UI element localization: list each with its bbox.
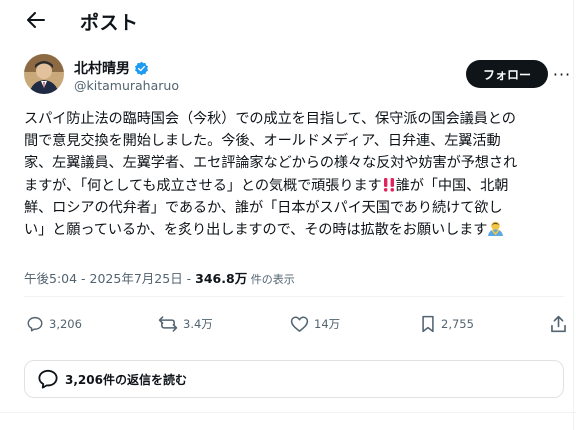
reply-icon <box>27 316 43 332</box>
follow-button[interactable]: フォロー <box>466 60 548 88</box>
double-exclamation-icon <box>383 177 394 192</box>
repost-icon <box>158 316 178 332</box>
view-count-label: 件の表示 <box>247 273 295 286</box>
chat-bubble-icon <box>38 369 58 389</box>
author-name[interactable]: 北村晴男 <box>74 58 130 78</box>
user-avatar-icon <box>24 54 64 94</box>
read-replies-label: 3,206件の返信を読む <box>65 372 187 387</box>
bookmark-icon <box>422 315 434 333</box>
bowing-person-icon <box>488 221 504 237</box>
view-count: 346.8万 <box>195 271 248 286</box>
bottom-divider <box>0 412 576 413</box>
read-replies-button[interactable]: 3,206件の返信を読む <box>24 360 564 398</box>
repost-button[interactable]: 3.4万 <box>158 306 213 342</box>
like-count: 14万 <box>314 317 341 331</box>
author-name-row: 北村晴男 <box>74 58 149 78</box>
heart-icon <box>290 316 309 332</box>
post-actions: 3,206 3.4万 14万 2,755 <box>24 306 572 342</box>
post-meta: 午後5:04 - 2025年7月25日 - 346.8万 件の表示 <box>24 268 295 287</box>
share-button[interactable] <box>550 306 572 342</box>
post-author-header: 北村晴男 @kitamuraharuo フォロー ··· <box>0 48 576 98</box>
column-border <box>573 0 574 430</box>
like-button[interactable]: 14万 <box>290 306 340 342</box>
post-timestamp[interactable]: 午後5:04 - 2025年7月25日 - <box>24 271 195 286</box>
page-title: ポスト <box>80 12 139 34</box>
verified-badge-icon <box>135 61 148 75</box>
reply-count: 3,206 <box>49 317 82 331</box>
bookmark-count: 2,755 <box>441 317 474 331</box>
reply-button[interactable]: 3,206 <box>26 306 82 342</box>
avatar[interactable] <box>24 54 64 94</box>
back-arrow-icon[interactable] <box>22 6 50 34</box>
author-handle[interactable]: @kitamuraharuo <box>74 78 179 93</box>
more-options-icon[interactable]: ··· <box>552 62 572 86</box>
post-text: スパイ防止法の臨時国会（今秋）での成立を目指して、保守派の国会議員との 間で意見… <box>24 108 564 241</box>
share-icon <box>551 315 566 333</box>
bookmark-button[interactable]: 2,755 <box>420 306 474 342</box>
top-bar: ポスト <box>0 0 576 40</box>
divider <box>24 296 564 297</box>
repost-count: 3.4万 <box>183 317 213 331</box>
arrow-left-icon <box>27 12 45 28</box>
